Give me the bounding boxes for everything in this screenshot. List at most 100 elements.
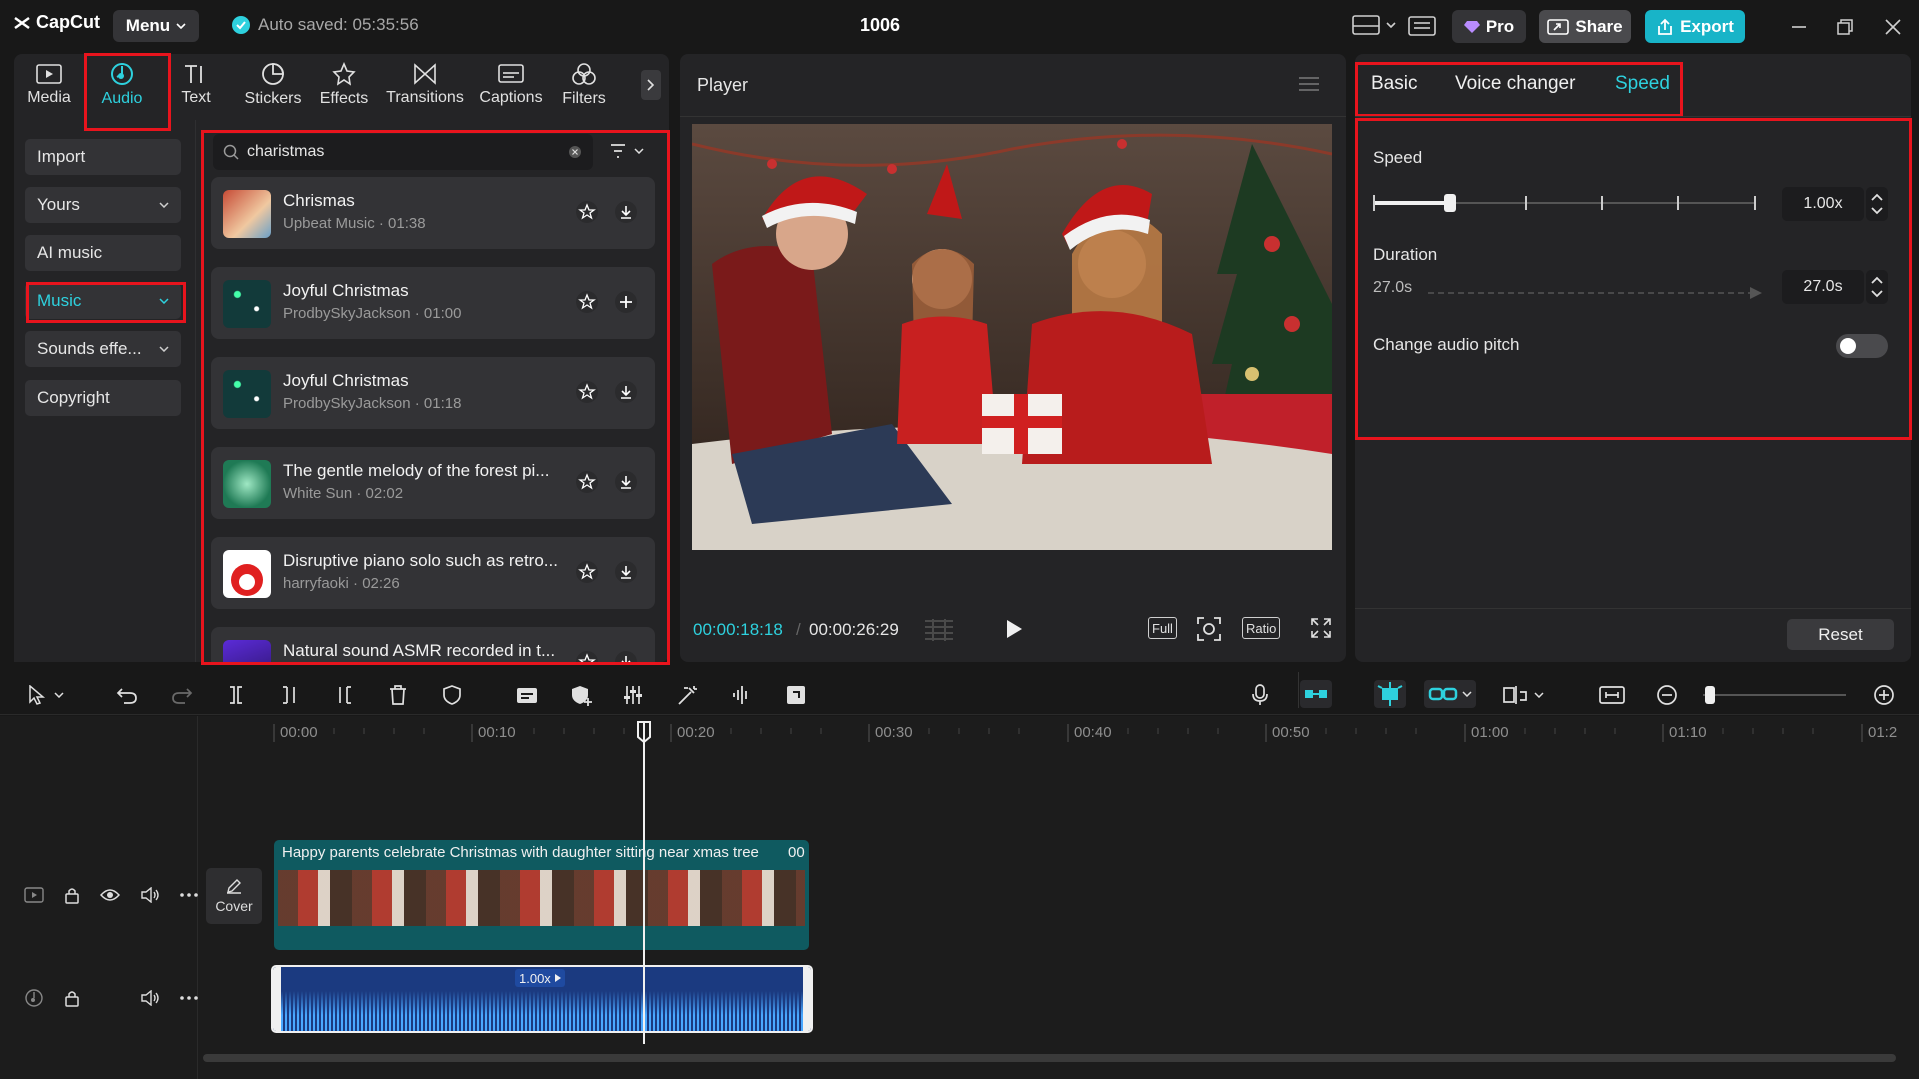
project-title[interactable]: 1006 — [840, 15, 920, 36]
more-icon[interactable] — [180, 996, 198, 1000]
sidebar-item-copyright[interactable]: Copyright — [25, 380, 181, 416]
download-button[interactable] — [615, 471, 637, 493]
sidebar-item-ai-music[interactable]: AI music — [25, 235, 181, 271]
download-button[interactable] — [615, 651, 637, 662]
preview-axis-button[interactable] — [1502, 684, 1544, 706]
delete-button[interactable] — [388, 684, 408, 706]
more-icon[interactable] — [180, 893, 198, 897]
audio-trim-handle-left[interactable] — [273, 967, 281, 1031]
tab-effects[interactable]: Effects — [309, 58, 379, 112]
menu-button[interactable]: Menu — [113, 10, 199, 42]
playhead-handle[interactable] — [636, 721, 652, 743]
speed-slider[interactable] — [1373, 194, 1756, 212]
favorite-button[interactable] — [576, 291, 598, 313]
favorite-button[interactable] — [576, 561, 598, 583]
playhead[interactable] — [643, 722, 645, 1044]
main-track-magnet-button[interactable] — [1300, 680, 1332, 708]
play-button[interactable] — [1005, 619, 1023, 639]
sidebar-item-import[interactable]: Import — [25, 139, 181, 175]
export-button[interactable]: Export — [1645, 10, 1745, 43]
undo-button[interactable] — [116, 685, 138, 705]
ratio-button[interactable]: Ratio — [1242, 617, 1281, 639]
auto-reframe-button[interactable] — [676, 684, 700, 706]
player-menu-button[interactable] — [1298, 76, 1320, 92]
freeze-frame-button[interactable] — [785, 684, 807, 706]
add-button[interactable] — [615, 291, 637, 313]
tab-captions[interactable]: Captions — [471, 58, 551, 112]
filter-button[interactable] — [610, 143, 644, 159]
timeline-ruler[interactable] — [198, 716, 1919, 746]
list-item[interactable]: Disruptive piano solo such as retro... h… — [211, 537, 655, 609]
reset-button[interactable]: Reset — [1787, 619, 1894, 650]
redo-button[interactable] — [171, 685, 193, 705]
zoom-slider-thumb[interactable] — [1705, 686, 1715, 704]
volume-icon[interactable] — [140, 887, 160, 903]
duration-value-field[interactable]: 27.0s — [1782, 270, 1864, 304]
tab-filters[interactable]: Filters — [549, 58, 619, 112]
timeline-scrollbar[interactable] — [203, 1054, 1896, 1062]
mask-button[interactable] — [442, 684, 462, 706]
share-button[interactable]: Share — [1539, 10, 1631, 43]
speed-slider-thumb[interactable] — [1443, 194, 1456, 212]
tab-media[interactable]: Media — [14, 58, 84, 112]
sidebar-item-music[interactable]: Music — [25, 283, 181, 319]
favorite-button[interactable] — [576, 381, 598, 403]
auto-caption-button[interactable] — [515, 684, 539, 706]
tabs-scroll-right-button[interactable] — [641, 70, 661, 100]
close-button[interactable] — [1884, 18, 1902, 36]
split-button[interactable] — [226, 685, 246, 705]
keyframe-button[interactable] — [570, 684, 594, 706]
list-item[interactable]: Chrismas Upbeat Music · 01:38 — [211, 177, 655, 249]
select-tool-button[interactable] — [28, 685, 64, 705]
video-preview[interactable] — [692, 124, 1332, 550]
download-button[interactable] — [615, 561, 637, 583]
zoom-in-button[interactable] — [1873, 684, 1895, 706]
tab-speed[interactable]: Speed — [1615, 73, 1670, 95]
zoom-fit-button[interactable] — [1196, 616, 1222, 642]
volume-icon[interactable] — [140, 990, 160, 1006]
download-button[interactable] — [615, 381, 637, 403]
favorite-button[interactable] — [576, 471, 598, 493]
video-clip[interactable]: Happy parents celebrate Christmas with d… — [274, 840, 809, 950]
restore-button[interactable] — [1836, 18, 1854, 36]
clear-search-button[interactable] — [568, 145, 582, 159]
list-item[interactable]: The gentle melody of the forest pi... Wh… — [211, 447, 655, 519]
adjust-button[interactable] — [622, 684, 644, 706]
audio-trim-handle-right[interactable] — [803, 967, 811, 1031]
favorite-button[interactable] — [576, 201, 598, 223]
list-item[interactable]: Joyful Christmas ProdbySkyJackson · 01:0… — [211, 267, 655, 339]
search-box[interactable]: charistmas — [213, 134, 593, 170]
tab-basic[interactable]: Basic — [1371, 73, 1417, 95]
favorite-button[interactable] — [576, 651, 598, 662]
tab-voice-changer[interactable]: Voice changer — [1455, 73, 1575, 95]
tab-text[interactable]: Text — [161, 58, 231, 112]
split-right-button[interactable] — [334, 685, 354, 705]
sidebar-item-sounds-effects[interactable]: Sounds effe... — [25, 331, 181, 367]
pro-button[interactable]: Pro — [1452, 10, 1526, 43]
audio-split-button[interactable] — [731, 684, 751, 706]
tab-audio[interactable]: Audio — [87, 58, 157, 112]
list-item[interactable]: Natural sound ASMR recorded in t... — [211, 627, 655, 662]
timeline-view-button[interactable] — [923, 617, 955, 641]
full-quality-button[interactable]: Full — [1148, 617, 1177, 639]
fullscreen-button[interactable] — [1310, 617, 1332, 639]
linkage-button[interactable] — [1424, 680, 1476, 708]
speed-value-field[interactable]: 1.00x — [1782, 187, 1864, 221]
shortcuts-button[interactable] — [1408, 15, 1436, 37]
lock-icon[interactable] — [64, 886, 80, 904]
cover-button[interactable]: Cover — [206, 868, 262, 924]
audio-clip[interactable]: 1.00x — [271, 965, 813, 1033]
tab-stickers[interactable]: Stickers — [234, 58, 312, 112]
speed-stepper[interactable] — [1866, 187, 1888, 221]
tab-transitions[interactable]: Transitions — [381, 58, 469, 112]
timeline-fit-button[interactable] — [1598, 684, 1626, 706]
zoom-slider[interactable] — [1703, 694, 1846, 696]
pitch-toggle[interactable] — [1836, 334, 1888, 358]
lock-icon[interactable] — [64, 989, 80, 1007]
minimize-button[interactable] — [1790, 18, 1808, 36]
duration-stepper[interactable] — [1866, 270, 1888, 304]
zoom-out-button[interactable] — [1656, 684, 1678, 706]
search-input[interactable]: charistmas — [247, 143, 324, 161]
auto-snapping-button[interactable] — [1374, 680, 1406, 708]
split-left-button[interactable] — [280, 685, 300, 705]
